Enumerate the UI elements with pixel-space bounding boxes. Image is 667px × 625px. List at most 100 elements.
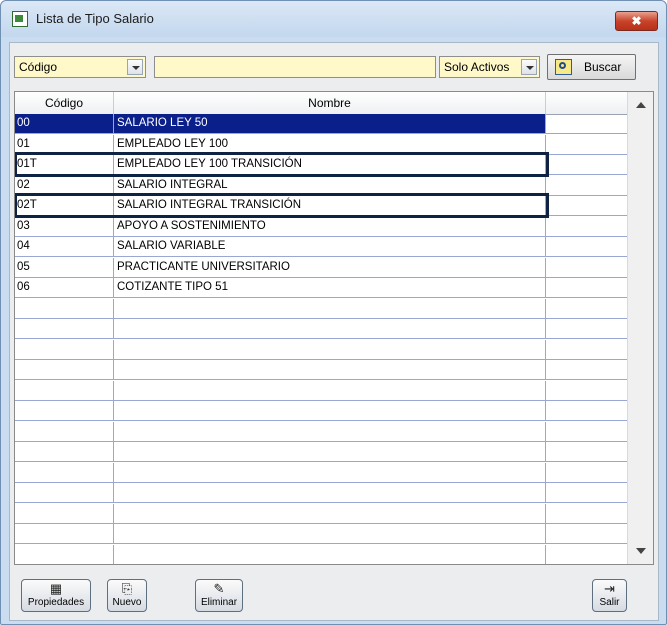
properties-icon: ▦ bbox=[49, 581, 63, 596]
close-icon: ✖ bbox=[631, 14, 642, 28]
name-cell: EMPLEADO LEY 100 TRANSICIÓN bbox=[114, 155, 546, 174]
extra-cell bbox=[546, 524, 627, 543]
empty-table-row[interactable] bbox=[15, 524, 627, 544]
table-header: Código Nombre bbox=[15, 92, 627, 115]
name-cell bbox=[114, 298, 546, 318]
search-input[interactable] bbox=[154, 56, 436, 78]
table-row[interactable]: 02T SALARIO INTEGRAL TRANSICIÓN bbox=[15, 196, 627, 216]
name-cell bbox=[114, 339, 546, 359]
extra-cell bbox=[546, 237, 627, 256]
empty-table-row[interactable] bbox=[15, 483, 627, 503]
extra-cell bbox=[546, 114, 627, 133]
new-document-icon: ⎘ bbox=[121, 581, 133, 596]
salary-type-table: Código Nombre 00 SALARIO LEY 50 01 EMPLEADO… bbox=[14, 91, 654, 565]
code-cell bbox=[15, 462, 114, 482]
column-header-code[interactable]: Código bbox=[15, 92, 114, 114]
name-cell: PRACTICANTE UNIVERSITARIO bbox=[114, 257, 546, 277]
search-button-label: Buscar bbox=[584, 60, 622, 74]
eraser-icon: ✎ bbox=[213, 581, 225, 596]
code-cell bbox=[15, 380, 114, 400]
field-selector-value: Código bbox=[19, 60, 58, 74]
empty-table-row[interactable] bbox=[15, 360, 627, 380]
code-cell bbox=[15, 319, 114, 338]
empty-table-row[interactable] bbox=[15, 298, 627, 319]
name-cell bbox=[114, 442, 546, 461]
empty-table-row[interactable] bbox=[15, 421, 627, 442]
extra-cell bbox=[546, 299, 627, 318]
table-row[interactable]: 04 SALARIO VARIABLE bbox=[15, 237, 627, 257]
properties-button-label: Propiedades bbox=[27, 597, 85, 608]
name-cell bbox=[114, 421, 546, 441]
field-selector-dropdown[interactable]: Código bbox=[14, 56, 146, 78]
code-cell bbox=[15, 442, 114, 461]
code-cell: 02 bbox=[15, 175, 114, 195]
code-cell: 02T bbox=[15, 196, 114, 215]
column-header-extra bbox=[546, 92, 627, 114]
exit-button[interactable]: ⇥ Salir bbox=[592, 579, 627, 612]
main-window: Lista de Tipo Salario ✖ Código Solo Acti… bbox=[0, 0, 667, 625]
name-cell: SALARIO INTEGRAL bbox=[114, 175, 546, 195]
exit-door-icon: ⇥ bbox=[604, 581, 615, 596]
name-cell: EMPLEADO LEY 100 bbox=[114, 134, 546, 154]
code-cell: 01 bbox=[15, 134, 114, 154]
chevron-down-icon[interactable] bbox=[521, 59, 537, 75]
code-cell bbox=[15, 524, 114, 543]
extra-cell bbox=[546, 545, 627, 564]
properties-button[interactable]: ▦ Propiedades bbox=[21, 579, 91, 612]
extra-cell bbox=[546, 381, 627, 400]
name-cell: SALARIO LEY 50 bbox=[114, 114, 546, 133]
extra-cell bbox=[546, 463, 627, 482]
extra-cell bbox=[546, 442, 627, 461]
table-row[interactable]: 01 EMPLEADO LEY 100 bbox=[15, 134, 627, 155]
name-cell: SALARIO VARIABLE bbox=[114, 237, 546, 256]
name-cell bbox=[114, 380, 546, 400]
name-cell: COTIZANTE TIPO 51 bbox=[114, 278, 546, 297]
name-cell bbox=[114, 544, 546, 564]
new-button[interactable]: ⎘ Nuevo bbox=[107, 579, 147, 612]
extra-cell bbox=[546, 155, 627, 174]
empty-table-row[interactable] bbox=[15, 339, 627, 360]
extra-cell bbox=[546, 258, 627, 277]
name-cell bbox=[114, 401, 546, 420]
extra-cell bbox=[546, 504, 627, 523]
column-header-name[interactable]: Nombre bbox=[114, 92, 546, 114]
name-cell bbox=[114, 360, 546, 379]
new-button-label: Nuevo bbox=[112, 597, 142, 608]
empty-table-row[interactable] bbox=[15, 544, 627, 564]
table-row[interactable]: 05 PRACTICANTE UNIVERSITARIO bbox=[15, 257, 627, 278]
empty-table-row[interactable] bbox=[15, 401, 627, 421]
extra-cell bbox=[546, 483, 627, 502]
extra-cell bbox=[546, 217, 627, 236]
table-row[interactable]: 02 SALARIO INTEGRAL bbox=[15, 175, 627, 196]
empty-table-row[interactable] bbox=[15, 503, 627, 524]
filter-selector-value: Solo Activos bbox=[444, 60, 510, 74]
empty-table-row[interactable] bbox=[15, 380, 627, 401]
client-area: Código Solo Activos Buscar Código Nombre… bbox=[9, 42, 659, 621]
name-cell: APOYO A SOSTENIMIENTO bbox=[114, 216, 546, 236]
table-row[interactable]: 03 APOYO A SOSTENIMIENTO bbox=[15, 216, 627, 237]
close-button[interactable]: ✖ bbox=[615, 11, 658, 31]
scroll-down-icon[interactable] bbox=[636, 548, 646, 554]
extra-cell bbox=[546, 422, 627, 441]
code-cell: 06 bbox=[15, 278, 114, 297]
chevron-down-icon[interactable] bbox=[127, 59, 143, 75]
vertical-scrollbar[interactable] bbox=[627, 92, 653, 564]
empty-table-row[interactable] bbox=[15, 462, 627, 483]
name-cell bbox=[114, 524, 546, 543]
code-cell bbox=[15, 360, 114, 379]
table-row[interactable]: 06 COTIZANTE TIPO 51 bbox=[15, 278, 627, 298]
extra-cell bbox=[546, 401, 627, 420]
scroll-up-icon[interactable] bbox=[636, 102, 646, 108]
filter-selector-dropdown[interactable]: Solo Activos bbox=[439, 56, 540, 78]
table-row[interactable]: 00 SALARIO LEY 50 bbox=[15, 114, 627, 134]
code-cell bbox=[15, 544, 114, 564]
search-button[interactable]: Buscar bbox=[547, 54, 636, 80]
delete-button[interactable]: ✎ Eliminar bbox=[195, 579, 243, 612]
empty-table-row[interactable] bbox=[15, 319, 627, 339]
extra-cell bbox=[546, 196, 627, 215]
empty-table-row[interactable] bbox=[15, 442, 627, 462]
extra-cell bbox=[546, 278, 627, 297]
search-toolbar: Código Solo Activos Buscar bbox=[10, 43, 658, 87]
code-cell bbox=[15, 298, 114, 318]
table-row[interactable]: 01T EMPLEADO LEY 100 TRANSICIÓN bbox=[15, 155, 627, 175]
